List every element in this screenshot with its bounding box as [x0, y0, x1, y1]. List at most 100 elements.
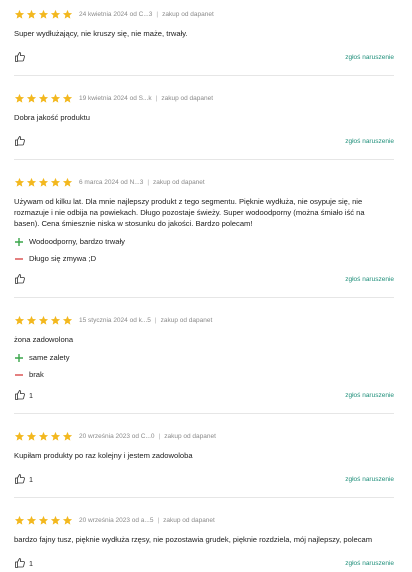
con-text: Długo się zmywa ;D: [29, 254, 97, 263]
star-icon: [38, 431, 49, 441]
review-meta-row: 20 września 2023 od C...0 | zakup od dapan…: [14, 429, 394, 443]
pro-item: Wodoodporny, bardzo trwały: [14, 233, 394, 250]
review-card: 24 kwietnia 2024 od C...3 | zakup od dapan…: [14, 7, 394, 76]
review-card: 19 kwietnia 2024 od S...k | zakup od dapan…: [14, 76, 394, 160]
like-count: 1: [29, 558, 33, 568]
reviews-list: 24 kwietnia 2024 od C...3 | zakup od dapan…: [0, 7, 412, 572]
rating-stars: [14, 177, 73, 188]
review-card: 15 stycznia 2024 od k...5 | zakup od dapan…: [14, 298, 394, 414]
review-text: żona zadowolona: [14, 335, 74, 344]
review-meta: 6 marca 2024 od N...3 | zakup od dapanet: [79, 178, 205, 186]
star-icon: [38, 93, 49, 103]
report-abuse-link[interactable]: zgłoś naruszenie: [345, 476, 394, 483]
thumbs-up-icon: [15, 390, 25, 400]
review-footer: 1 zgłoś naruszenie: [14, 470, 394, 488]
star-icon: [62, 431, 73, 441]
review-footer: 1 zgłoś naruszenie: [14, 554, 394, 572]
review-date-author: 6 marca 2024 od N...3: [79, 178, 144, 186]
thumbs-up-icon: [15, 558, 25, 568]
star-icon: [38, 177, 49, 187]
plus-icon: [15, 237, 23, 246]
star-icon: [62, 515, 73, 525]
review-card: 6 marca 2024 od N...3 | zakup od dapanet U…: [14, 160, 394, 298]
rating-stars: [14, 93, 73, 104]
star-icon: [50, 93, 61, 103]
purchase-source: zakup od dapanet: [160, 316, 213, 324]
star-icon: [62, 9, 73, 19]
purchase-source: zakup od dapanet: [164, 432, 216, 440]
review-text: bardzo fajny tusz, pięknie wydłuża rzęsy…: [14, 535, 373, 544]
star-icon: [50, 315, 61, 325]
thumbs-up-icon: [15, 136, 25, 146]
con-item: Długo się zmywa ;D: [14, 250, 394, 267]
review-text: Kupiłam produkty po raz kolejny i jestem…: [14, 451, 193, 460]
pros-cons: Wodoodporny, bardzo trwały Długo się zmyw…: [14, 233, 394, 267]
plus-icon: [15, 353, 23, 362]
star-icon: [62, 315, 73, 325]
report-abuse-link[interactable]: zgłoś naruszenie: [345, 276, 394, 283]
star-icon: [50, 9, 61, 19]
purchase-source: zakup od dapanet: [162, 10, 214, 18]
star-icon: [26, 431, 37, 441]
pros-cons: same zalety brak: [14, 349, 394, 383]
review-meta-row: 15 stycznia 2024 od k...5 | zakup od dapan…: [14, 313, 394, 327]
review-footer: zgłoś naruszenie: [14, 270, 394, 288]
star-icon: [14, 93, 25, 103]
star-icon: [26, 515, 37, 525]
like-count: 1: [29, 474, 33, 484]
report-abuse-link[interactable]: zgłoś naruszenie: [345, 138, 394, 145]
like-button[interactable]: 1: [14, 473, 33, 485]
pro-text: Wodoodporny, bardzo trwały: [29, 237, 125, 246]
star-icon: [14, 315, 25, 325]
star-icon: [14, 515, 25, 525]
review-date-author: 15 stycznia 2024 od k...5: [79, 316, 151, 324]
con-item: brak: [14, 366, 394, 383]
like-button[interactable]: [14, 273, 29, 285]
purchase-source: zakup od dapanet: [153, 178, 205, 186]
review-text: Dobra jakość produktu: [14, 113, 90, 122]
review-footer: zgłoś naruszenie: [14, 132, 394, 150]
star-icon: [62, 177, 73, 187]
purchase-source: zakup od dapanet: [161, 94, 214, 102]
report-abuse-link[interactable]: zgłoś naruszenie: [345, 54, 394, 61]
pro-item: same zalety: [14, 349, 394, 366]
review-meta-row: 24 kwietnia 2024 od C...3 | zakup od dapan…: [14, 7, 394, 21]
review-meta: 15 stycznia 2024 od k...5 | zakup od dapan…: [79, 316, 213, 324]
report-abuse-link[interactable]: zgłoś naruszenie: [345, 392, 394, 399]
review-card: 20 września 2023 od C...0 | zakup od dapan…: [14, 414, 394, 498]
review-card: 20 września 2023 od a...5 | zakup od dapan…: [14, 498, 394, 572]
star-icon: [50, 515, 61, 525]
con-text: brak: [29, 370, 44, 379]
star-icon: [26, 315, 37, 325]
rating-stars: [14, 315, 73, 326]
like-button[interactable]: 1: [14, 557, 33, 569]
review-meta: 19 kwietnia 2024 od S...k | zakup od dapan…: [79, 94, 214, 102]
pro-text: same zalety: [29, 353, 70, 362]
star-icon: [50, 431, 61, 441]
like-button[interactable]: 1: [14, 389, 33, 401]
thumbs-up-icon: [15, 52, 25, 62]
review-date-author: 19 kwietnia 2024 od S...k: [79, 94, 152, 102]
review-date-author: 20 września 2023 od a...5: [79, 516, 154, 524]
review-meta: 20 września 2023 od C...0 | zakup od dapan…: [79, 432, 216, 440]
star-icon: [26, 177, 37, 187]
review-footer: 1 zgłoś naruszenie: [14, 386, 394, 404]
star-icon: [38, 515, 49, 525]
review-text: Używam od kilku lat. Dla mnie najlepszy …: [14, 197, 365, 228]
like-button[interactable]: [14, 135, 29, 147]
review-date-author: 20 września 2023 od C...0: [79, 432, 155, 440]
review-meta-row: 6 marca 2024 od N...3 | zakup od dapanet: [14, 175, 394, 189]
star-icon: [26, 9, 37, 19]
review-meta: 24 kwietnia 2024 od C...3 | zakup od dapan…: [79, 10, 214, 18]
review-footer: zgłoś naruszenie: [14, 48, 394, 66]
rating-stars: [14, 515, 73, 526]
review-date-author: 24 kwietnia 2024 od C...3: [79, 10, 153, 18]
review-text: Super wydłużający, nie kruszy się, nie m…: [14, 29, 188, 38]
star-icon: [38, 315, 49, 325]
star-icon: [38, 9, 49, 19]
report-abuse-link[interactable]: zgłoś naruszenie: [345, 560, 394, 567]
like-button[interactable]: [14, 51, 29, 63]
star-icon: [14, 9, 25, 19]
like-count: 1: [29, 390, 33, 400]
rating-stars: [14, 431, 73, 442]
